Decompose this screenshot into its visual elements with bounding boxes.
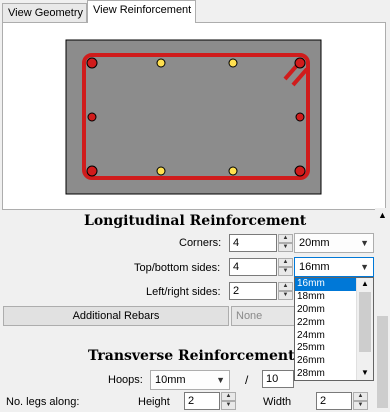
spin-up-icon[interactable]: ▲ [221,392,236,401]
rebar-side [295,112,305,122]
spin-up-icon[interactable]: ▲ [278,282,293,291]
top-bottom-input[interactable]: 4 [229,258,277,276]
spin-down-icon[interactable]: ▼ [278,243,293,252]
rebar-top [228,58,238,68]
scroll-up-icon[interactable]: ▲ [378,210,387,220]
spin-down-icon[interactable]: ▼ [353,401,368,410]
main-scrollbar[interactable]: ▲ [375,208,390,412]
corners-input[interactable]: 4 [229,234,277,252]
concrete-section [65,39,322,195]
hoop-spacing-input[interactable]: 10 [262,370,294,388]
scroll-up-icon[interactable]: ▲ [361,279,369,288]
rebar-corner [294,165,306,177]
tab-view-geometry[interactable]: View Geometry [2,3,87,23]
hoops-size-select[interactable]: 10mm ▼ [150,370,230,390]
top-bottom-label: Top/bottom sides: [134,262,221,274]
hoops-label: Hoops: [108,374,143,386]
rebar-bottom [156,166,166,176]
left-right-spinner[interactable]: ▲ ▼ [278,282,293,300]
rebar-side [87,112,97,122]
rebar-corner [86,57,98,69]
top-bottom-size-value: 16mm [299,261,330,273]
height-legs-input[interactable]: 2 [184,392,220,410]
spin-up-icon[interactable]: ▲ [278,234,293,243]
additional-rebars-button[interactable]: Additional Rebars [3,306,229,326]
spin-up-icon[interactable]: ▲ [278,258,293,267]
size-dropdown-list[interactable]: 16mm 18mm 20mm 22mm 24mm 25mm 26mm 28mm … [294,277,374,381]
height-label: Height [138,396,170,408]
cross-section-drawing [65,39,322,195]
additional-rebars-select[interactable]: None [231,306,301,326]
left-right-label: Left/right sides: [146,286,221,298]
slash-separator: / [245,373,249,387]
main-scroll-thumb[interactable] [377,316,388,408]
dropdown-scrollbar[interactable]: ▲ ▼ [356,278,373,380]
dropdown-scroll-thumb[interactable] [359,292,371,352]
rebar-bottom [228,166,238,176]
tab-view-reinforcement[interactable]: View Reinforcement [87,0,196,23]
chevron-down-icon: ▼ [216,375,225,385]
width-legs-input[interactable]: 2 [316,392,352,410]
spin-down-icon[interactable]: ▼ [221,401,236,410]
rebar-top [156,58,166,68]
cross-section-panel [2,22,386,210]
top-bottom-spinner[interactable]: ▲ ▼ [278,258,293,276]
chevron-down-icon: ▼ [360,238,369,248]
corners-spinner[interactable]: ▲ ▼ [278,234,293,252]
scroll-down-icon[interactable]: ▼ [361,368,369,377]
spin-down-icon[interactable]: ▼ [278,291,293,300]
rebar-corner [294,57,306,69]
rebar-corner [86,165,98,177]
width-legs-spinner[interactable]: ▲ ▼ [353,392,368,410]
corners-label: Corners: [179,237,222,249]
top-bottom-size-select[interactable]: 16mm ▼ [294,257,374,277]
hoops-size-value: 10mm [155,374,186,386]
spin-down-icon[interactable]: ▼ [278,267,293,276]
corners-size-select[interactable]: 20mm ▼ [294,233,374,253]
corners-size-value: 20mm [299,237,330,249]
spin-up-icon[interactable]: ▲ [353,392,368,401]
legs-label: No. legs along: [6,396,80,408]
additional-rebars-value: None [236,310,263,322]
transverse-heading: Transverse Reinforcement [88,348,295,364]
chevron-down-icon: ▼ [360,262,369,272]
width-label: Width [263,396,292,408]
longitudinal-heading: Longitudinal Reinforcement [84,213,307,229]
left-right-input[interactable]: 2 [229,282,277,300]
height-legs-spinner[interactable]: ▲ ▼ [221,392,236,410]
